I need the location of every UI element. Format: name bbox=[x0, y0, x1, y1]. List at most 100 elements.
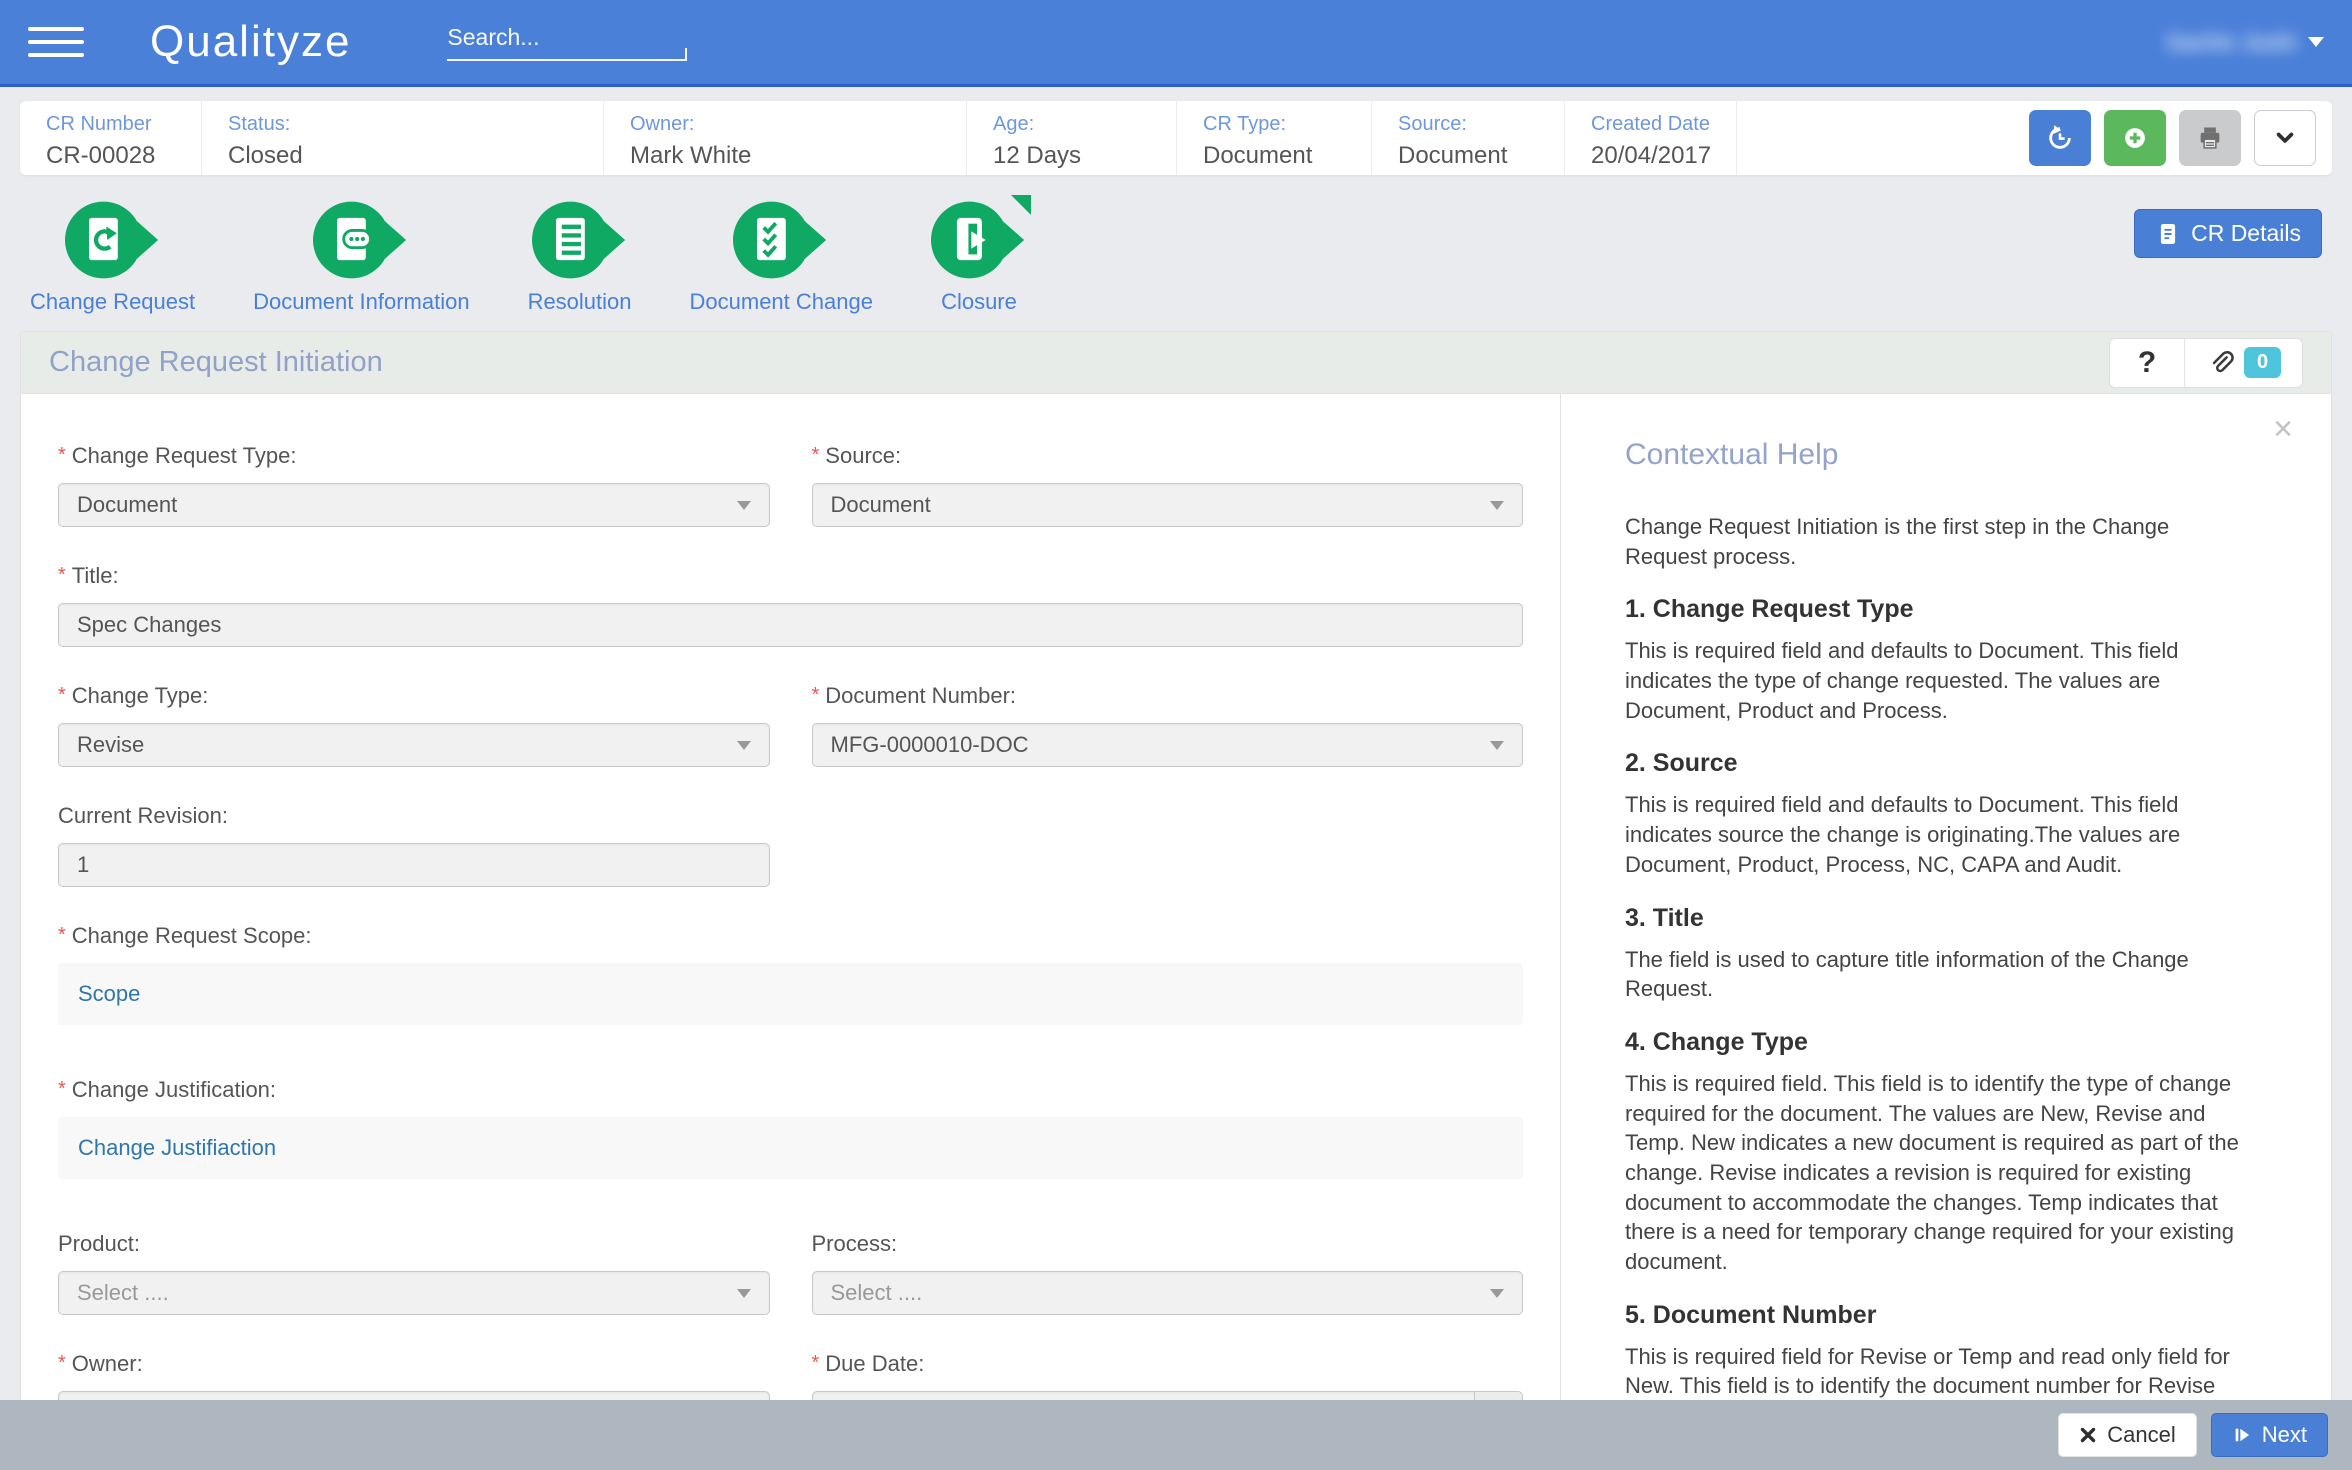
step-label: Change Request bbox=[30, 289, 195, 315]
info-cr-type: CR Type: Document bbox=[1177, 101, 1372, 175]
user-menu[interactable]: Sachin Joshi bbox=[2166, 29, 2324, 56]
current-revision-input[interactable] bbox=[77, 844, 751, 886]
expand-button[interactable] bbox=[2254, 110, 2316, 166]
global-search bbox=[447, 24, 687, 61]
x-icon bbox=[2079, 1426, 2097, 1444]
change-request-initiation-panel: Change Request Initiation ? 0 *Change Re… bbox=[20, 331, 2332, 1470]
change-type-select[interactable]: Revise bbox=[58, 723, 770, 767]
next-button[interactable]: Next bbox=[2211, 1413, 2328, 1457]
field-label: Age: bbox=[993, 113, 1176, 136]
help-intro: Change Request Initiation is the first s… bbox=[1625, 512, 2239, 571]
field-value: CR-00028 bbox=[46, 142, 201, 170]
field-value: Closed bbox=[228, 142, 603, 170]
required-marker: * bbox=[58, 684, 66, 706]
document-icon bbox=[2155, 221, 2181, 247]
help-section-body: This is required field and defaults to D… bbox=[1625, 790, 2239, 879]
close-icon[interactable]: × bbox=[2273, 412, 2293, 446]
attachment-count-badge: 0 bbox=[2244, 347, 2281, 378]
field-value: 20/04/2017 bbox=[1591, 142, 1736, 170]
field-label: Status: bbox=[228, 113, 603, 136]
info-created-date: Created Date 20/04/2017 bbox=[1565, 101, 1737, 175]
source-select[interactable]: Document bbox=[812, 483, 1524, 527]
hamburger-menu-icon[interactable] bbox=[28, 27, 84, 57]
app-logo: Qualityze bbox=[150, 17, 351, 67]
field-title: *Title: bbox=[58, 563, 1523, 647]
closure-icon bbox=[931, 197, 1027, 283]
active-step-flag bbox=[1011, 195, 1031, 215]
info-status: Status: Closed bbox=[202, 101, 604, 175]
chevron-down-icon bbox=[2308, 37, 2324, 47]
document-information-icon bbox=[313, 197, 409, 283]
current-revision-input-wrap bbox=[58, 843, 770, 887]
field-change-justification: *Change Justification: Change Justifiact… bbox=[58, 1077, 1523, 1179]
contextual-help-panel: × Contextual Help Change Request Initiat… bbox=[1561, 394, 2331, 1470]
initiation-form: *Change Request Type: Document *Source: … bbox=[21, 394, 1561, 1470]
required-marker: * bbox=[58, 444, 66, 466]
add-button[interactable] bbox=[2104, 110, 2166, 166]
change-request-icon bbox=[65, 197, 161, 283]
select-caret-icon bbox=[1490, 1289, 1504, 1298]
print-button[interactable] bbox=[2179, 110, 2241, 166]
field-change-request-type: *Change Request Type: Document bbox=[58, 443, 770, 527]
field-label: *Due Date: bbox=[812, 1351, 1524, 1377]
required-marker: * bbox=[812, 684, 820, 706]
title-input[interactable] bbox=[77, 604, 1504, 646]
workflow-steps: Change Request Document Information Reso… bbox=[0, 175, 2352, 331]
step-forward-icon bbox=[2232, 1425, 2252, 1445]
field-label: *Change Justification: bbox=[58, 1077, 1523, 1103]
change-request-type-select[interactable]: Document bbox=[58, 483, 770, 527]
step-label: Document Information bbox=[253, 289, 469, 315]
field-label: *Owner: bbox=[58, 1351, 770, 1377]
step-label: Closure bbox=[941, 289, 1017, 315]
question-mark-icon: ? bbox=[2138, 346, 2156, 380]
process-select[interactable]: Select .... bbox=[812, 1271, 1524, 1315]
field-label: Process: bbox=[812, 1231, 1524, 1257]
scope-link[interactable]: Scope bbox=[78, 981, 140, 1007]
paperclip-icon bbox=[2206, 348, 2236, 378]
required-marker: * bbox=[58, 564, 66, 586]
info-age: Age: 12 Days bbox=[967, 101, 1177, 175]
field-label: Owner: bbox=[630, 113, 966, 136]
help-section-heading: 1. Change Request Type bbox=[1625, 595, 2239, 624]
select-caret-icon bbox=[737, 1289, 751, 1298]
cancel-button[interactable]: Cancel bbox=[2058, 1413, 2196, 1457]
step-document-change[interactable]: Document Change bbox=[690, 197, 873, 315]
document-number-select[interactable]: MFG-0000010-DOC bbox=[812, 723, 1524, 767]
required-marker: * bbox=[812, 444, 820, 466]
help-section-body: This is required field and defaults to D… bbox=[1625, 636, 2239, 725]
required-marker: * bbox=[58, 1078, 66, 1100]
history-button[interactable] bbox=[2029, 110, 2091, 166]
info-cr-number: CR Number CR-00028 bbox=[20, 101, 202, 175]
step-document-information[interactable]: Document Information bbox=[253, 197, 469, 315]
field-label: *Title: bbox=[58, 563, 1523, 589]
field-label: CR Type: bbox=[1203, 113, 1371, 136]
help-button[interactable]: ? bbox=[2110, 339, 2184, 387]
search-input[interactable] bbox=[447, 24, 687, 51]
field-product: Product: Select .... bbox=[58, 1231, 770, 1315]
field-change-type: *Change Type: Revise bbox=[58, 683, 770, 767]
attachments-button[interactable]: 0 bbox=[2184, 339, 2302, 387]
panel-body: *Change Request Type: Document *Source: … bbox=[21, 394, 2331, 1470]
justification-link[interactable]: Change Justifiaction bbox=[78, 1135, 276, 1161]
required-marker: * bbox=[58, 924, 66, 946]
qualityze-app: Qualityze Sachin Joshi CR Number CR-0002… bbox=[0, 0, 2352, 1470]
required-marker: * bbox=[58, 1352, 66, 1374]
user-name: Sachin Joshi bbox=[2166, 29, 2296, 56]
field-label: CR Number bbox=[46, 113, 201, 136]
top-navbar: Qualityze Sachin Joshi bbox=[0, 0, 2352, 87]
field-process: Process: Select .... bbox=[812, 1231, 1524, 1315]
step-change-request[interactable]: Change Request bbox=[30, 197, 195, 315]
help-section-body: This is required field. This field is to… bbox=[1625, 1069, 2239, 1277]
select-caret-icon bbox=[737, 501, 751, 510]
step-closure[interactable]: Closure bbox=[931, 197, 1027, 315]
info-owner: Owner: Mark White bbox=[604, 101, 967, 175]
cr-details-button[interactable]: CR Details bbox=[2134, 209, 2322, 258]
scope-box: Scope bbox=[58, 963, 1523, 1025]
step-label: Document Change bbox=[690, 289, 873, 315]
step-resolution[interactable]: Resolution bbox=[528, 197, 632, 315]
product-select[interactable]: Select .... bbox=[58, 1271, 770, 1315]
field-label: *Change Request Scope: bbox=[58, 923, 1523, 949]
printer-icon bbox=[2196, 124, 2224, 152]
info-source: Source: Document bbox=[1372, 101, 1565, 175]
help-section-heading: 2. Source bbox=[1625, 749, 2239, 778]
